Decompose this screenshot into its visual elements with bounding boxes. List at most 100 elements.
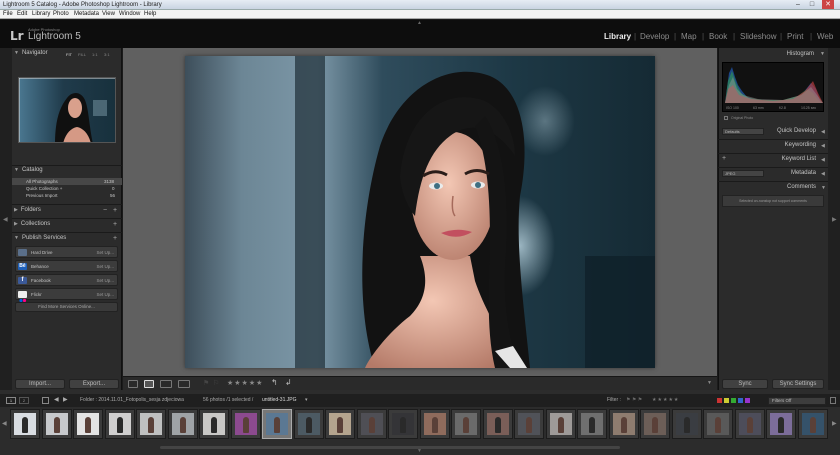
collapse-top-icon[interactable]: ▲ (417, 20, 422, 26)
module-slideshow[interactable]: Slideshow (740, 32, 776, 41)
comments-header[interactable]: Comments (787, 184, 816, 190)
menu-photo[interactable]: Photo (53, 10, 69, 19)
filmstrip-thumbnail[interactable] (230, 409, 261, 439)
filmstrip-thumbnail[interactable] (514, 409, 544, 439)
filmstrip-thumbnail[interactable] (608, 409, 639, 439)
publish-service-flickr[interactable]: Flickr Set Up... (15, 288, 118, 303)
sync-button[interactable]: Sync (722, 379, 768, 389)
collections-header[interactable]: ▶ Collections (12, 219, 122, 230)
export-button[interactable]: Export... (69, 379, 119, 389)
menu-view[interactable]: View (102, 10, 115, 19)
filters-dropdown[interactable]: Filters Off (768, 397, 826, 405)
filmstrip-thumbnail[interactable] (577, 409, 607, 439)
menu-edit[interactable]: Edit (17, 10, 27, 19)
module-library[interactable]: Library (604, 32, 631, 41)
module-print[interactable]: Print (787, 32, 803, 41)
star-rating[interactable]: ★★★★★ (227, 379, 263, 387)
filmstrip-thumbnail[interactable] (325, 409, 355, 439)
back-arrow-icon[interactable]: ◀ (54, 394, 59, 407)
service-setup[interactable]: Set Up... (96, 247, 114, 259)
sync-settings-button[interactable]: Sync Settings (772, 379, 824, 389)
catalog-quick-collection[interactable]: Quick Collection + (26, 185, 62, 192)
collapse-bottom-icon[interactable]: ▼ (417, 448, 422, 454)
quick-develop-header[interactable]: Quick Develop (777, 128, 816, 134)
filmstrip-scrollbar[interactable] (160, 446, 620, 449)
file-menu-icon[interactable]: ▾ (305, 394, 308, 407)
flag-reject-icon[interactable]: ⚐ (213, 379, 219, 387)
add-collection-icon[interactable]: + (113, 219, 117, 230)
filmstrip-thumbnail[interactable] (136, 409, 166, 439)
color-label-yellow[interactable] (724, 398, 729, 403)
filmstrip-thumbnail[interactable] (73, 409, 103, 439)
filmstrip-thumbnail[interactable] (797, 409, 828, 439)
folder-path[interactable]: Folder : 2014.11.01_Fotopolis_sesja zdje… (80, 394, 184, 407)
preset-dropdown[interactable]: Defaults (722, 128, 764, 135)
filmstrip-thumbnail[interactable] (419, 409, 450, 439)
filter-stars[interactable]: ★★★★★ (652, 394, 679, 407)
compare-view-icon[interactable] (160, 380, 172, 388)
filmstrip-thumbnail[interactable] (766, 409, 796, 439)
module-develop[interactable]: Develop (640, 32, 669, 41)
publish-services-header[interactable]: ▼ Publish Services (12, 233, 122, 244)
grid-icon[interactable] (42, 397, 49, 404)
filmstrip-thumbnail[interactable] (451, 409, 481, 439)
filmstrip-thumbnail[interactable] (703, 409, 733, 439)
selected-file[interactable]: untitled-31.JPG (262, 394, 296, 407)
zoom-3-1[interactable]: 3:1 (104, 52, 110, 57)
module-book[interactable]: Book (709, 32, 727, 41)
zoom-1-1[interactable]: 1:1 (92, 52, 98, 57)
filmstrip-thumbnail[interactable] (262, 409, 292, 439)
collapse-right-icon[interactable]: ▶ (832, 216, 837, 223)
service-setup[interactable]: Set Up... (96, 289, 114, 301)
close-icon[interactable]: ✕ (822, 0, 834, 9)
catalog-previous-import[interactable]: Previous Import (26, 192, 58, 199)
maximize-icon[interactable]: □ (806, 0, 818, 9)
collapse-triangle-icon[interactable]: ▼ (821, 185, 826, 191)
zoom-fit[interactable]: FIT (66, 52, 72, 57)
filmstrip-thumbnail[interactable] (167, 409, 198, 439)
filter-flags[interactable]: ⚑ ⚑ ⚑ (626, 394, 642, 407)
expand-triangle-icon[interactable]: ◀ (821, 129, 825, 135)
navigator-preview[interactable] (18, 77, 116, 143)
filmstrip-thumbnail[interactable] (104, 409, 135, 439)
right-panel-edge[interactable]: ▶ (828, 48, 840, 390)
filmstrip-thumbnail[interactable] (10, 409, 40, 439)
expand-triangle-icon[interactable]: ◀ (821, 143, 825, 149)
toolbar-menu-icon[interactable]: ▼ (707, 380, 712, 386)
expand-triangle-icon[interactable]: ◀ (821, 171, 825, 177)
expand-triangle-icon[interactable]: ◀ (821, 157, 825, 163)
forward-arrow-icon[interactable]: ▶ (63, 394, 68, 407)
loupe-view-icon[interactable] (144, 380, 154, 388)
minimize-icon[interactable]: – (792, 0, 804, 9)
filmstrip-scroll-left-icon[interactable]: ◀ (2, 420, 7, 427)
color-label-red[interactable] (717, 398, 722, 403)
rotate-left-icon[interactable]: ↰ (271, 378, 278, 387)
filmstrip-thumbnail[interactable] (356, 409, 387, 439)
publish-service-behance[interactable]: Bē Behance Set Up... (15, 260, 118, 272)
menu-help[interactable]: Help (144, 10, 156, 19)
color-label-green[interactable] (731, 398, 736, 403)
menu-window[interactable]: Window (119, 10, 140, 19)
grid-view-icon[interactable] (128, 380, 138, 388)
filmstrip-thumbnail[interactable] (734, 409, 765, 439)
find-more-services-button[interactable]: Find More Services Online... (15, 302, 118, 312)
menu-file[interactable]: File (3, 10, 13, 19)
filter-lock-icon[interactable] (830, 397, 836, 404)
page-2-button[interactable]: 2 (19, 397, 29, 404)
menu-library[interactable]: Library (32, 10, 50, 19)
rotate-right-icon[interactable]: ↲ (285, 378, 292, 387)
collapse-triangle-icon[interactable]: ▼ (820, 51, 825, 57)
filmstrip-thumbnail[interactable] (199, 409, 229, 439)
filmstrip-thumbnail[interactable] (482, 409, 513, 439)
keywording-header[interactable]: Keywording (785, 142, 816, 148)
menu-metadata[interactable]: Metadata (74, 10, 99, 19)
add-publish-service-icon[interactable]: + (113, 233, 117, 244)
keyword-list-header[interactable]: Keyword List (782, 156, 816, 162)
original-photo-checkbox[interactable] (724, 116, 728, 120)
import-button[interactable]: Import... (15, 379, 65, 389)
collapse-left-icon[interactable]: ◀ (3, 216, 8, 223)
survey-view-icon[interactable] (178, 380, 190, 388)
add-folder-icon[interactable]: + (113, 205, 117, 216)
flag-pick-icon[interactable]: ⚑ (203, 379, 209, 387)
module-map[interactable]: Map (681, 32, 697, 41)
